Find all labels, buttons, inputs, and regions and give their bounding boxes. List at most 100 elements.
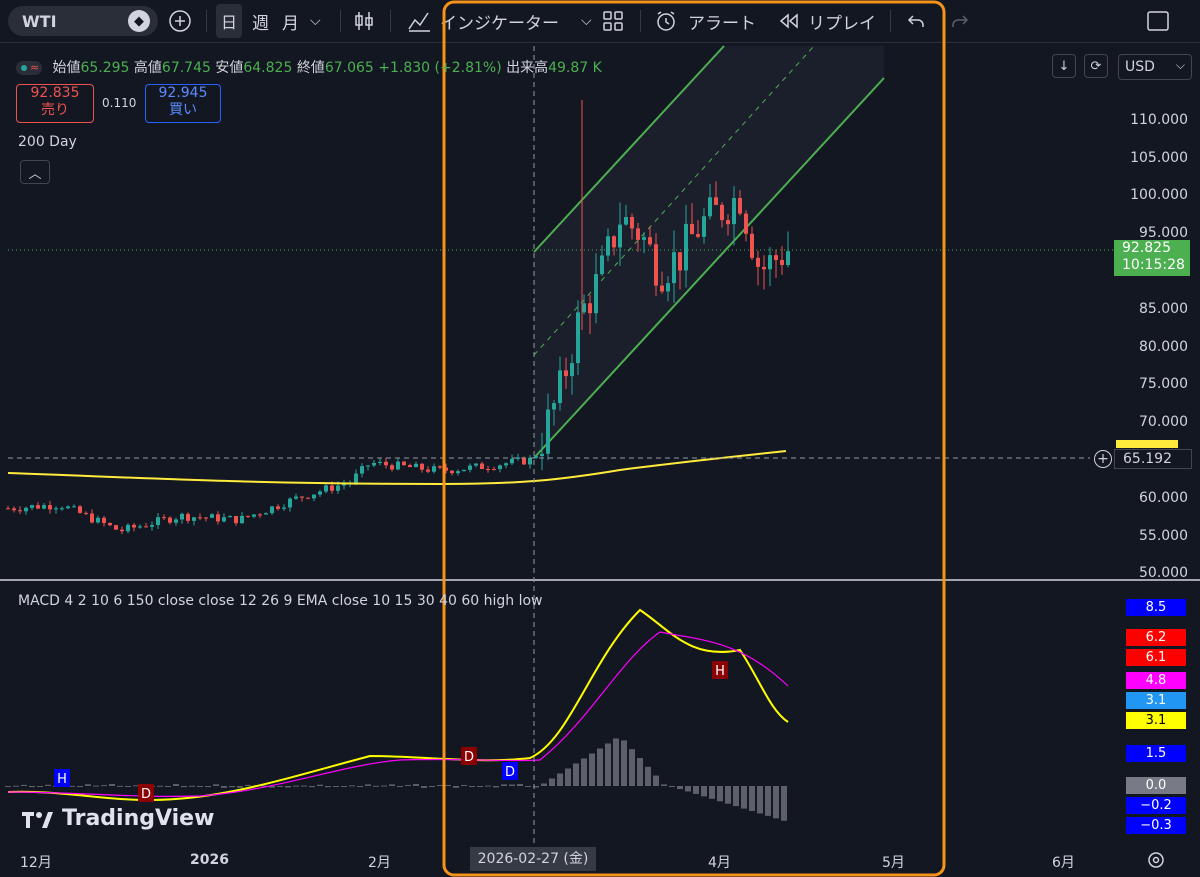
macd-marker-label: H (57, 772, 67, 787)
candle-body (630, 217, 634, 229)
candle-body (612, 236, 616, 248)
chevron-down-icon: ⌵ (1175, 58, 1185, 72)
time-tick: 12月 (20, 855, 52, 871)
macd-histogram-bar (205, 786, 211, 788)
macd-axis-tag: −0.2 (1126, 797, 1186, 814)
macd-axis-tag: 3.1 (1126, 692, 1186, 709)
scroll-down-button[interactable]: ↓ (1052, 54, 1076, 78)
candle-body (66, 506, 70, 509)
macd-histogram-bar (445, 784, 451, 786)
macd-fast-line (7, 608, 789, 802)
macd-histogram-bar (237, 786, 243, 788)
collapse-legend-button[interactable]: ︿ (20, 160, 50, 184)
candle-body (684, 223, 688, 271)
candle-body (786, 251, 790, 265)
candle-body (438, 466, 442, 468)
change-value: +1.830 (+2.81%) (378, 60, 502, 76)
close-label: 終値 (296, 60, 325, 76)
macd-histogram-bar (389, 784, 395, 786)
macd-histogram-bar (437, 784, 443, 786)
macd-histogram-bar (581, 758, 587, 786)
candle-body (102, 517, 106, 523)
macd-axis-tag: 0.0 (1126, 777, 1186, 794)
arrow-down-icon: ↓ (1058, 58, 1070, 74)
candle-body (606, 236, 610, 256)
macd-histogram-bar (461, 784, 467, 786)
macd-histogram-bar (373, 785, 379, 787)
candle-body (576, 312, 580, 364)
candle-body (564, 370, 568, 377)
candle-body (540, 453, 544, 457)
time-tick: 2月 (368, 855, 391, 871)
candle-body (654, 244, 658, 286)
sell-button[interactable]: 92.835 売り (16, 84, 94, 123)
candle-body (366, 465, 370, 467)
crosshair-date-value: 2026-02-27 (金) (477, 851, 589, 867)
candle-body (36, 505, 40, 509)
candle-body (282, 507, 286, 509)
high-label: 高値 (133, 60, 162, 76)
bar-countdown: 10:15:28 (1122, 257, 1185, 273)
candle-body (372, 462, 376, 466)
candle-body (198, 517, 202, 519)
candle-body (288, 498, 292, 508)
candle-body (546, 409, 550, 454)
candle-body (582, 303, 586, 313)
open-value: 65.295 (80, 60, 130, 76)
candle-body (492, 469, 496, 471)
macd-histogram-bar (629, 749, 635, 786)
candle-body (84, 512, 88, 514)
auto-scale-button[interactable]: ⟳ (1084, 54, 1108, 78)
macd-histogram-bar (717, 786, 723, 802)
macd-histogram-bar (525, 786, 531, 787)
candle-body (666, 283, 670, 292)
macd-histogram-bar (709, 786, 715, 799)
macd-histogram-bar (589, 753, 595, 786)
candle-body (114, 525, 118, 530)
add-alert-plus-icon[interactable]: + (1094, 450, 1112, 468)
macd-histogram-bar (573, 763, 579, 786)
macd-histogram-bar (101, 785, 107, 787)
macd-histogram-bar (301, 785, 307, 787)
chevron-up-icon: ︿ (28, 166, 42, 182)
candle-body (552, 403, 556, 410)
candle-body (498, 465, 502, 470)
candle-body (306, 497, 310, 499)
candle-body (18, 510, 22, 512)
candle-body (384, 461, 388, 466)
macd-axis-tag: 1.5 (1126, 745, 1186, 762)
candle-body (12, 508, 16, 511)
macd-signal-line (7, 631, 789, 798)
candle-body (54, 508, 58, 510)
macd-marker-label: D (464, 750, 474, 765)
spread-value: 0.110 (102, 96, 137, 110)
price-tick: 60.000 (1139, 490, 1188, 506)
candle-body (240, 515, 244, 524)
volume-value: 49.87 K (548, 60, 602, 76)
currency-select[interactable]: USD ⌵ (1118, 54, 1192, 80)
macd-histogram-bar (773, 786, 779, 819)
candle-body (600, 255, 604, 275)
tradingview-logo-icon (22, 811, 53, 828)
candle-body (324, 485, 328, 492)
macd-axis-tag: 3.1 (1126, 712, 1186, 729)
candle-body (228, 516, 232, 518)
candle-body (396, 461, 400, 470)
trend-channel (533, 45, 885, 459)
macd-histogram-bar (669, 786, 675, 787)
macd-histogram-bar (565, 768, 571, 786)
candle-body (636, 228, 640, 240)
macd-pane: H D D D H (5, 608, 789, 821)
macd-histogram-bar (637, 758, 643, 786)
candle-body (774, 255, 778, 261)
channel-fill (534, 46, 884, 458)
visibility-toggle-icon[interactable]: ≈ (16, 61, 42, 75)
settings-gear-icon[interactable] (1146, 850, 1166, 870)
candle-body (204, 517, 208, 519)
macd-histogram-bar (621, 740, 627, 786)
chart-canvas[interactable]: H D D D H (0, 0, 1200, 877)
buy-button[interactable]: 92.945 買い (145, 84, 221, 123)
candle-body (732, 198, 736, 225)
high-value: 67.745 (161, 60, 211, 76)
candle-body (108, 522, 112, 526)
